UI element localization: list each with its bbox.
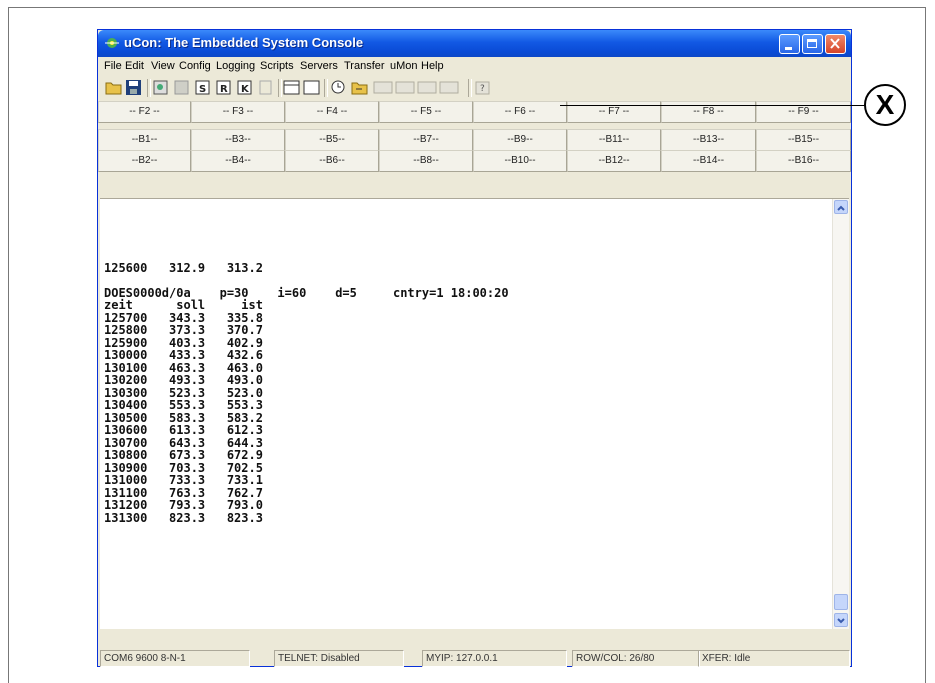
callout-leader-line [560, 105, 866, 106]
close-button[interactable] [825, 34, 846, 54]
menu-config[interactable]: Config [179, 60, 211, 72]
app-icon [105, 38, 119, 48]
menu-file[interactable]: File [104, 60, 122, 72]
window-title: uCon: The Embedded System Console [124, 35, 364, 50]
app-window: uCon: The Embedded System Console File E… [97, 29, 852, 667]
bkey-b11-button[interactable]: --B11-- [567, 129, 661, 151]
menu-logging[interactable]: Logging [216, 60, 255, 72]
svg-text:K: K [241, 84, 250, 95]
disabled-tool-icon[interactable] [173, 79, 191, 96]
status-myip: MYIP: 127.0.0.1 [422, 650, 567, 667]
open-folder-icon[interactable] [105, 79, 123, 96]
svg-text:?: ? [480, 84, 485, 94]
script-k-icon[interactable]: K [236, 79, 254, 96]
disabled-tools-group-icon[interactable] [372, 79, 468, 96]
fkey-f2-button[interactable]: -- F2 -- [98, 101, 191, 123]
svg-text:S: S [199, 84, 206, 95]
settings-icon[interactable] [152, 79, 170, 96]
maximize-icon [807, 39, 817, 48]
disabled-tool-icon[interactable] [257, 79, 275, 96]
menu-scripts[interactable]: Scripts [260, 60, 294, 72]
menu-servers[interactable]: Servers [300, 60, 338, 72]
scroll-thumb[interactable] [834, 594, 848, 610]
bkey-b1-button[interactable]: --B1-- [98, 129, 191, 151]
bkey-b7-button[interactable]: --B7-- [379, 129, 473, 151]
svg-text:R: R [220, 84, 228, 95]
menu-help[interactable]: Help [421, 60, 444, 72]
bkey-b2-button[interactable]: --B2-- [98, 150, 191, 172]
status-xfer: XFER: Idle [698, 650, 850, 667]
folder-arrow-icon[interactable] [351, 79, 369, 96]
console-output[interactable]: 125600 312.9 313.2 DOES0000d/0a p=30 i=6… [100, 198, 849, 629]
bkey-b5-button[interactable]: --B5-- [285, 129, 379, 151]
scroll-up-button[interactable] [834, 200, 848, 214]
script-s-icon[interactable]: S [194, 79, 212, 96]
menu-transfer[interactable]: Transfer [344, 60, 385, 72]
bkey-b12-button[interactable]: --B12-- [567, 150, 661, 172]
bkey-b9-button[interactable]: --B9-- [473, 129, 567, 151]
status-port: COM6 9600 8-N-1 [100, 650, 250, 667]
bkey-b4-button[interactable]: --B4-- [191, 150, 285, 172]
bkey-b13-button[interactable]: --B13-- [661, 129, 756, 151]
minimize-icon [785, 47, 792, 50]
toolbar: S R K ? [98, 76, 851, 100]
status-telnet: TELNET: Disabled [274, 650, 404, 667]
chevron-down-icon [837, 618, 845, 624]
save-disk-icon[interactable] [125, 79, 143, 96]
fkey-f4-button[interactable]: -- F4 -- [285, 101, 379, 123]
help-icon[interactable]: ? [474, 79, 492, 96]
clock-icon[interactable] [330, 79, 348, 96]
fkey-f6-button[interactable]: -- F6 -- [473, 101, 567, 123]
fkey-f5-button[interactable]: -- F5 -- [379, 101, 473, 123]
console-text: 125600 312.9 313.2 DOES0000d/0a p=30 i=6… [104, 260, 509, 525]
bkey-row-1: --B1-- --B3-- --B5-- --B7-- --B9-- --B11… [98, 129, 851, 151]
chevron-up-icon [837, 205, 845, 211]
script-r-icon[interactable]: R [215, 79, 233, 96]
toolbar-separator [324, 79, 328, 97]
toolbar-separator [278, 79, 282, 97]
status-bar: COM6 9600 8-N-1 TELNET: Disabled MYIP: 1… [98, 648, 851, 667]
bkey-b14-button[interactable]: --B14-- [661, 150, 756, 172]
window-single-icon[interactable] [303, 79, 321, 96]
bkey-b10-button[interactable]: --B10-- [473, 150, 567, 172]
menu-umon[interactable]: uMon [390, 60, 418, 72]
bkey-b3-button[interactable]: --B3-- [191, 129, 285, 151]
toolbar-separator [147, 79, 151, 97]
bkey-b8-button[interactable]: --B8-- [379, 150, 473, 172]
scroll-down-button[interactable] [834, 613, 848, 627]
bkey-b6-button[interactable]: --B6-- [285, 150, 379, 172]
minimize-button[interactable] [779, 34, 800, 54]
fkey-f3-button[interactable]: -- F3 -- [191, 101, 285, 123]
menu-view[interactable]: View [151, 60, 175, 72]
toolbar-separator [468, 79, 472, 97]
vertical-scrollbar[interactable] [832, 199, 849, 629]
bkey-b16-button[interactable]: --B16-- [756, 150, 851, 172]
menu-edit[interactable]: Edit [125, 60, 144, 72]
bkey-b15-button[interactable]: --B15-- [756, 129, 851, 151]
close-icon [830, 38, 840, 49]
menu-bar: File Edit View Config Logging Scripts Se… [98, 57, 851, 76]
status-rowcol: ROW/COL: 26/80 [572, 650, 700, 667]
title-bar[interactable]: uCon: The Embedded System Console [98, 30, 851, 57]
window-split-icon[interactable] [283, 79, 301, 96]
callout-label: X [864, 84, 906, 126]
maximize-button[interactable] [802, 34, 823, 54]
bkey-row-2: --B2-- --B4-- --B6-- --B8-- --B10-- --B1… [98, 150, 851, 172]
